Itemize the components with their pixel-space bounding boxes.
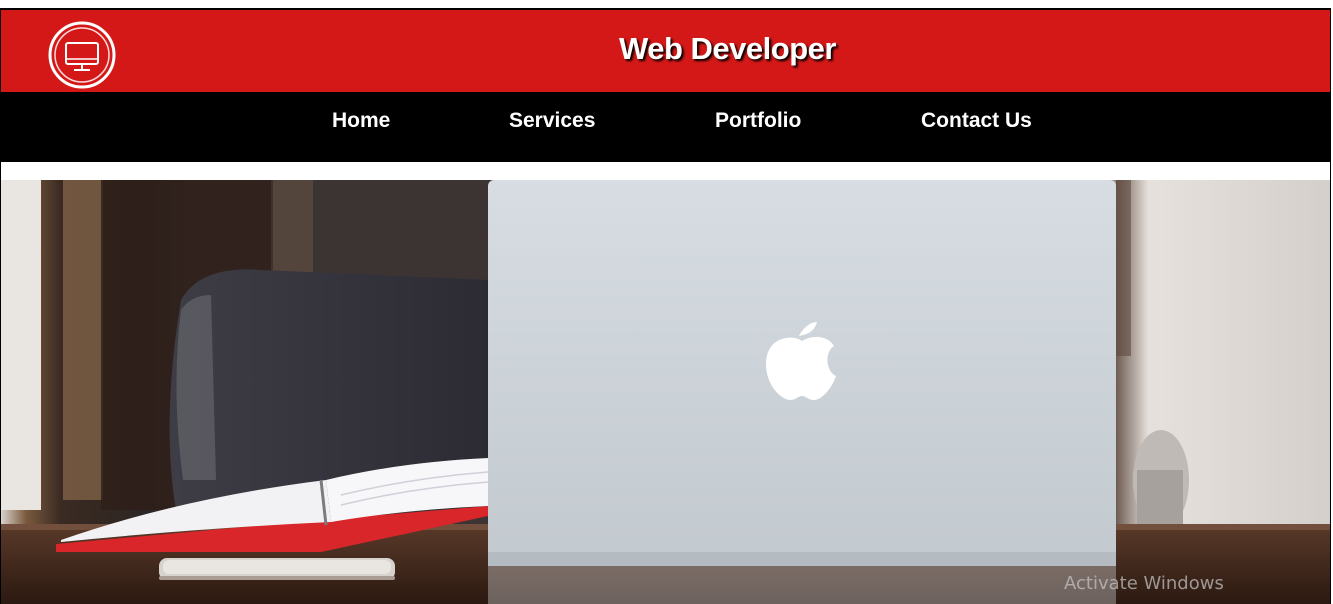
site-header: Web Developer [1,10,1330,92]
nav-item-home[interactable]: Home [332,109,390,133]
nav-spacer [1,162,1330,180]
laptop-desk-photo [1,180,1330,604]
nav-item-services[interactable]: Services [509,109,595,133]
monitor-icon [48,21,116,89]
site-title: Web Developer [619,31,836,66]
nav-item-portfolio[interactable]: Portfolio [715,109,801,133]
main-nav: Home Services Portfolio Contact Us [1,92,1330,162]
site-logo[interactable] [47,20,117,90]
nav-item-contact-us[interactable]: Contact Us [921,109,1032,133]
hero-image [1,180,1330,604]
activate-windows-watermark: Activate Windows [1064,573,1224,594]
page-frame: Web Developer Home Services Portfolio Co… [0,8,1331,604]
